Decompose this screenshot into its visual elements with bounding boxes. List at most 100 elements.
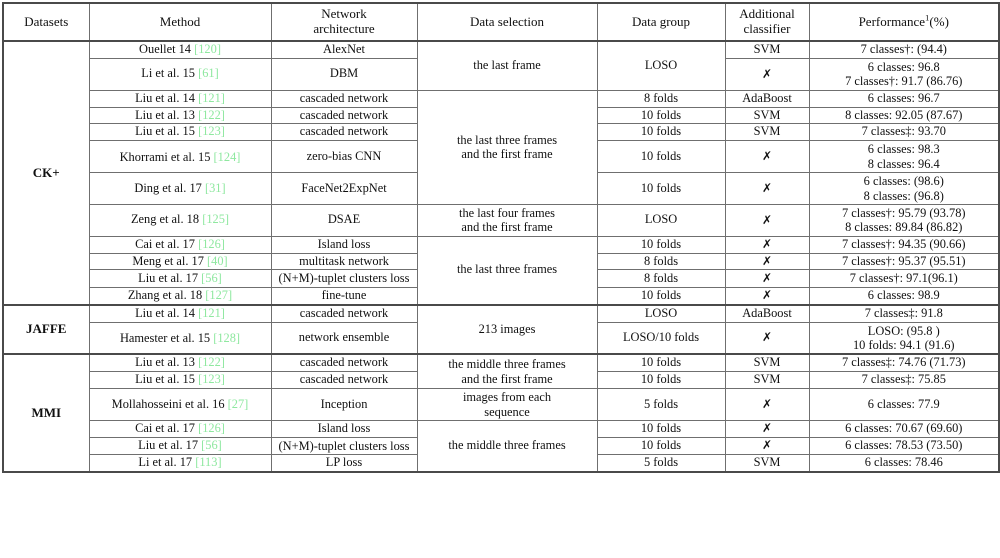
citation-ref[interactable]: [120] — [194, 43, 221, 56]
citation-ref[interactable]: [121] — [198, 91, 225, 105]
method-name: Zhang et al. 18 — [127, 287, 206, 302]
performance-cell: 6 classes: 96.8 7 classes†: 91.7 (86.76) — [808, 57, 1000, 91]
table-row: Cai et al. 17 [126] Island loss the midd… — [3, 419, 1000, 473]
method-cell: Zeng et al. 18 [125] — [88, 203, 272, 237]
dataset-cell-mmi: MMI — [2, 353, 90, 473]
performance-cell: LOSO: (95.8 ) 10 folds: 94.1 (91.6) — [808, 321, 1000, 355]
data-selection-line: the middle three frames — [448, 357, 566, 372]
citation-ref[interactable]: [125] — [202, 212, 229, 226]
data-selection-cell: the middle three frames — [416, 419, 598, 473]
performance-line: 8 classes: 89.84 (86.82) — [845, 220, 963, 235]
performance-cell: 7 classes‡: 93.70 — [808, 123, 1000, 142]
architecture-cell: Island loss — [270, 235, 418, 254]
data-selection-cell: 213 images — [416, 303, 598, 355]
architecture-cell: cascaded network — [270, 303, 418, 323]
method-cell: Liu et al. 15 [123] — [88, 123, 272, 142]
performance-unit: (%) — [929, 13, 949, 29]
data-group-cell: 10 folds — [596, 419, 726, 438]
method-name: Mollahosseini et al. 16 — [111, 397, 228, 412]
data-selection-cell: the last frame — [416, 39, 598, 91]
method-name: Zeng et al. 18 — [130, 212, 203, 227]
data-selection-line: the last four frames — [459, 205, 555, 220]
method-name: Liu et al. 13 — [135, 355, 199, 370]
method-name: Liu et al. 14 — [135, 90, 199, 105]
citation-ref[interactable]: [113] — [195, 456, 221, 469]
data-group-cell: LOSO — [596, 203, 726, 237]
citation-ref[interactable]: [122] — [198, 356, 225, 369]
fer-benchmark-results-table: Datasets Method Network architecture Dat… — [2, 2, 1000, 474]
data-selection-cell: the last three frames and the first fram… — [416, 89, 598, 205]
performance-cell: 6 classes: 70.67 (69.60) — [808, 419, 1000, 438]
classifier-cell: SVM — [724, 106, 810, 125]
citation-ref[interactable]: [123] — [198, 125, 225, 139]
data-group-cell: 10 folds — [596, 436, 726, 456]
dataset-cell-ckplus: CK+ — [2, 40, 90, 306]
classifier-cell: ✗ — [724, 321, 810, 355]
data-selection-cell: the middle three frames and the first fr… — [416, 353, 598, 390]
data-group-cell: 5 folds — [596, 454, 726, 473]
classifier-cell: ✗ — [724, 286, 810, 306]
classifier-cell: AdaBoost — [724, 89, 810, 108]
data-selection-line: sequence — [484, 404, 530, 419]
architecture-cell: cascaded network — [270, 371, 418, 390]
data-selection-line: the last three frames — [456, 132, 558, 147]
method-cell: Zhang et al. 18 [127] — [88, 286, 272, 306]
data-group-cell: 5 folds — [596, 388, 726, 421]
data-group-cell: LOSO — [596, 39, 726, 91]
performance-line: LOSO: (95.8 ) — [867, 323, 940, 338]
additional-classifier-line1: Additional — [739, 6, 795, 22]
method-name: Liu et al. 17 — [138, 438, 202, 453]
method-cell: Cai et al. 17 [126] — [88, 419, 272, 438]
performance-cell: 7 classes†: 95.79 (93.78) 8 classes: 89.… — [808, 203, 1000, 237]
citation-ref[interactable]: [27] — [228, 397, 249, 411]
method-name: Ouellet 14 — [139, 42, 195, 56]
column-header-data-selection: Data selection — [416, 2, 598, 42]
network-architecture-line1: Network — [321, 6, 367, 22]
citation-ref[interactable]: [128] — [213, 331, 240, 345]
citation-ref[interactable]: [56] — [201, 438, 222, 452]
table-row: CK+ Ouellet 14 [120] AlexNet the last fr… — [2, 39, 1000, 306]
data-selection-cell: images from each sequence — [416, 388, 598, 421]
citation-ref[interactable]: [127] — [205, 288, 232, 301]
citation-ref[interactable]: [121] — [198, 307, 225, 320]
classifier-cell: ✗ — [724, 203, 810, 237]
data-group-cell: 10 folds — [596, 123, 726, 142]
citation-ref[interactable]: [31] — [205, 181, 226, 195]
architecture-cell: (N+M)-tuplet clusters loss — [270, 269, 418, 288]
citation-ref[interactable]: [126] — [198, 421, 225, 435]
architecture-cell: FaceNet2ExpNet — [270, 172, 418, 205]
method-name: Hamester et al. 15 — [119, 330, 214, 345]
data-group-cell: 8 folds — [596, 89, 726, 108]
architecture-cell: DSAE — [270, 203, 418, 237]
classifier-cell: ✗ — [724, 436, 810, 456]
method-cell: Cai et al. 17 [126] — [88, 235, 272, 254]
data-selection-line: and the first frame — [461, 220, 553, 235]
performance-line: 7 classes†: 95.79 (93.78) — [841, 205, 966, 220]
architecture-cell: LP loss — [270, 454, 418, 473]
data-selection-cell: the last four frames and the first frame — [416, 203, 598, 237]
method-cell: Liu et al. 13 [122] — [88, 353, 272, 373]
method-cell: Li et al. 15 [61] — [88, 57, 272, 91]
performance-cell: 7 classes†: 97.1(96.1) — [808, 269, 1000, 288]
citation-ref[interactable]: [40] — [207, 254, 228, 268]
table-header: Datasets Method Network architecture Dat… — [2, 2, 1000, 42]
method-cell: Liu et al. 17 [56] — [88, 436, 272, 456]
method-cell: Khorrami et al. 15 [124] — [88, 140, 272, 174]
citation-ref[interactable]: [126] — [198, 237, 225, 251]
data-group-cell: LOSO/10 folds — [596, 321, 726, 355]
column-header-network-architecture: Network architecture — [270, 2, 418, 42]
architecture-cell: network ensemble — [270, 321, 418, 355]
column-header-data-group: Data group — [596, 2, 726, 42]
classifier-cell: SVM — [724, 39, 810, 59]
method-name: Meng et al. 17 — [132, 253, 207, 268]
data-group-cell: 10 folds — [596, 286, 726, 306]
citation-ref[interactable]: [123] — [198, 373, 225, 387]
performance-line: 6 classes: 96.8 — [867, 59, 940, 74]
citation-ref[interactable]: [61] — [198, 66, 219, 80]
citation-ref[interactable]: [56] — [201, 271, 222, 285]
citation-ref[interactable]: [124] — [214, 150, 241, 164]
method-name: Liu et al. 13 — [135, 107, 199, 122]
classifier-cell: ✗ — [724, 140, 810, 174]
method-name: Cai et al. 17 — [135, 236, 199, 251]
citation-ref[interactable]: [122] — [198, 108, 225, 122]
